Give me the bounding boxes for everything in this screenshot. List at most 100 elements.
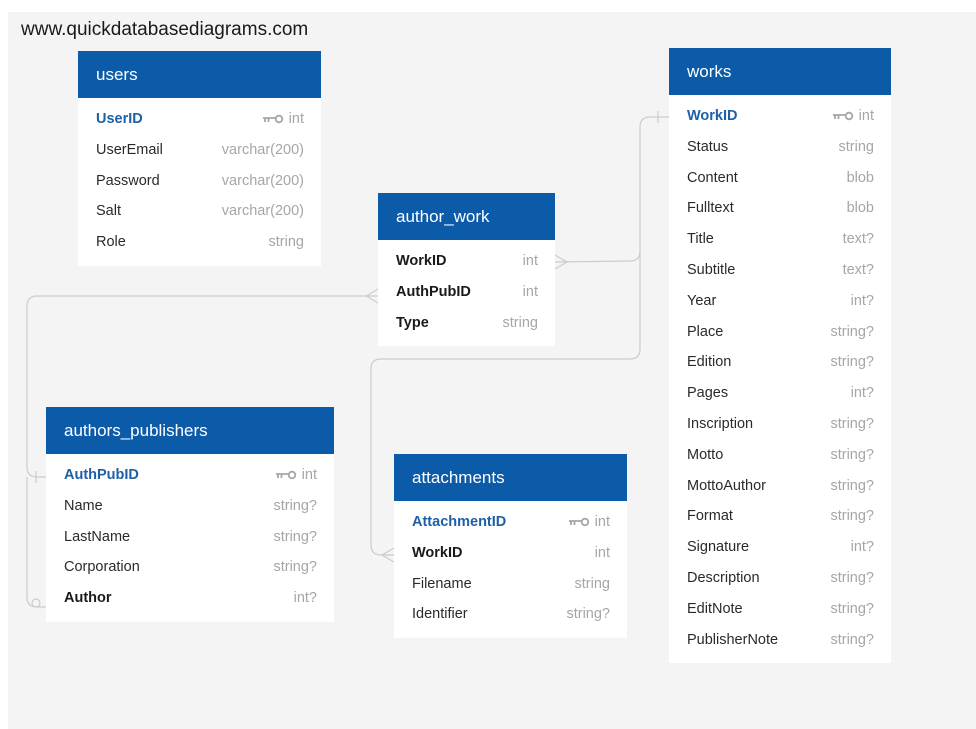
field-row[interactable]: WorkID int <box>394 538 627 569</box>
field-type: blob <box>846 169 874 186</box>
field-row[interactable]: Format string? <box>669 501 891 532</box>
field-type-cell: string? <box>273 552 317 583</box>
field-name: Identifier <box>412 606 468 623</box>
field-row[interactable]: Password varchar(200) <box>78 166 321 197</box>
field-type: string <box>838 138 874 155</box>
field-row[interactable]: Inscription string? <box>669 409 891 440</box>
table-works[interactable]: works WorkID int Status string Content blob Fu… <box>669 48 891 664</box>
connector-author-self <box>26 477 46 608</box>
field-type: string? <box>830 477 874 494</box>
field-type-cell: int? <box>294 583 317 614</box>
field-row[interactable]: Identifier string? <box>394 599 627 630</box>
field-row[interactable]: Year int? <box>669 286 891 317</box>
field-type: int <box>301 467 317 483</box>
table-header-attachments[interactable]: attachments <box>394 454 627 501</box>
field-row[interactable]: MottoAuthor string? <box>669 471 891 502</box>
field-type-cell: int <box>261 104 304 135</box>
field-row[interactable]: AuthPubID int <box>378 277 555 308</box>
field-type: string <box>268 234 304 251</box>
table-author-work[interactable]: author_work WorkID int AuthPubID int Type str… <box>378 193 555 347</box>
field-type: int <box>858 108 874 124</box>
field-type: int <box>594 514 610 530</box>
field-type: string? <box>830 600 874 617</box>
field-name: WorkID <box>396 253 447 269</box>
field-row[interactable]: Signature int? <box>669 532 891 563</box>
table-header-works[interactable]: works <box>669 48 891 95</box>
field-row[interactable]: Filename string <box>394 569 627 600</box>
field-name: AuthPubID <box>64 467 139 483</box>
field-type-cell: int? <box>851 532 874 563</box>
field-type: blob <box>846 200 874 217</box>
field-row[interactable]: WorkID int <box>669 101 891 132</box>
field-row[interactable]: Name string? <box>46 491 334 522</box>
field-row[interactable]: Role string <box>78 227 321 258</box>
field-row[interactable]: Type string <box>378 308 555 339</box>
table-users[interactable]: users UserID int UserEmail varchar(200) Pass… <box>78 51 321 266</box>
field-type-cell: string? <box>830 594 874 625</box>
field-type-cell: int <box>567 507 610 538</box>
field-row[interactable]: Content blob <box>669 163 891 194</box>
table-header-users[interactable]: users <box>78 51 321 98</box>
field-type-cell: string <box>839 132 874 163</box>
field-type: varchar(200) <box>221 141 304 158</box>
field-row[interactable]: Author int? <box>46 583 334 614</box>
field-row[interactable]: WorkID int <box>378 246 555 277</box>
field-row[interactable]: Fulltext blob <box>669 193 891 224</box>
table-authors-publishers[interactable]: authors_publishers AuthPubID int Name strin… <box>46 407 334 622</box>
field-type-cell: int <box>274 460 317 491</box>
field-name: Pages <box>687 385 729 402</box>
field-name: Content <box>687 169 738 186</box>
field-name: Corporation <box>64 559 140 576</box>
field-row[interactable]: Title text? <box>669 224 891 255</box>
field-name: Edition <box>687 354 732 371</box>
field-type: string? <box>273 497 317 514</box>
field-row[interactable]: Corporation string? <box>46 552 334 583</box>
field-name: Inscription <box>687 415 754 432</box>
field-name: EditNote <box>687 600 743 617</box>
field-name: WorkID <box>412 544 463 561</box>
field-type-cell: blob <box>847 193 874 224</box>
field-type: string? <box>830 415 874 432</box>
table-attachments[interactable]: attachments AttachmentID int WorkID int File… <box>394 454 627 639</box>
field-type-cell: string? <box>273 522 317 553</box>
field-name: Place <box>687 323 724 340</box>
primary-key-icon <box>262 115 283 124</box>
field-type-cell: int? <box>851 286 874 317</box>
field-type: varchar(200) <box>221 203 304 220</box>
field-type: string? <box>566 606 610 623</box>
field-row[interactable]: AttachmentID int <box>394 507 627 538</box>
field-name: Description <box>687 569 760 586</box>
field-row[interactable]: LastName string? <box>46 522 334 553</box>
field-type: string? <box>273 559 317 576</box>
field-row[interactable]: Description string? <box>669 563 891 594</box>
field-name: AttachmentID <box>412 514 507 530</box>
field-type: int? <box>850 385 874 402</box>
field-row[interactable]: EditNote string? <box>669 594 891 625</box>
field-row[interactable]: Status string <box>669 132 891 163</box>
field-name: WorkID <box>687 108 738 124</box>
field-name: Type <box>396 314 429 331</box>
field-name: PublisherNote <box>687 631 779 648</box>
field-name: LastName <box>64 528 131 545</box>
field-name: Subtitle <box>687 261 736 278</box>
field-row[interactable]: Salt varchar(200) <box>78 196 321 227</box>
field-row[interactable]: Pages int? <box>669 378 891 409</box>
field-row[interactable]: Motto string? <box>669 440 891 471</box>
field-row[interactable]: PublisherNote string? <box>669 625 891 656</box>
field-row[interactable]: Place string? <box>669 317 891 348</box>
field-name: Author <box>64 590 112 607</box>
field-name: Year <box>687 292 717 309</box>
table-header-author-work[interactable]: author_work <box>378 193 555 240</box>
field-type: string? <box>830 354 874 371</box>
table-header-authors-publishers[interactable]: authors_publishers <box>46 407 334 454</box>
field-row[interactable]: AuthPubID int <box>46 460 334 491</box>
field-name: MottoAuthor <box>687 477 766 494</box>
field-row[interactable]: Edition string? <box>669 347 891 378</box>
field-row[interactable]: UserID int <box>78 104 321 135</box>
field-name: AuthPubID <box>396 283 471 300</box>
field-type: string? <box>830 446 874 463</box>
field-row[interactable]: UserEmail varchar(200) <box>78 135 321 166</box>
field-type-cell: varchar(200) <box>222 196 304 227</box>
field-type-cell: string? <box>830 440 874 471</box>
field-row[interactable]: Subtitle text? <box>669 255 891 286</box>
